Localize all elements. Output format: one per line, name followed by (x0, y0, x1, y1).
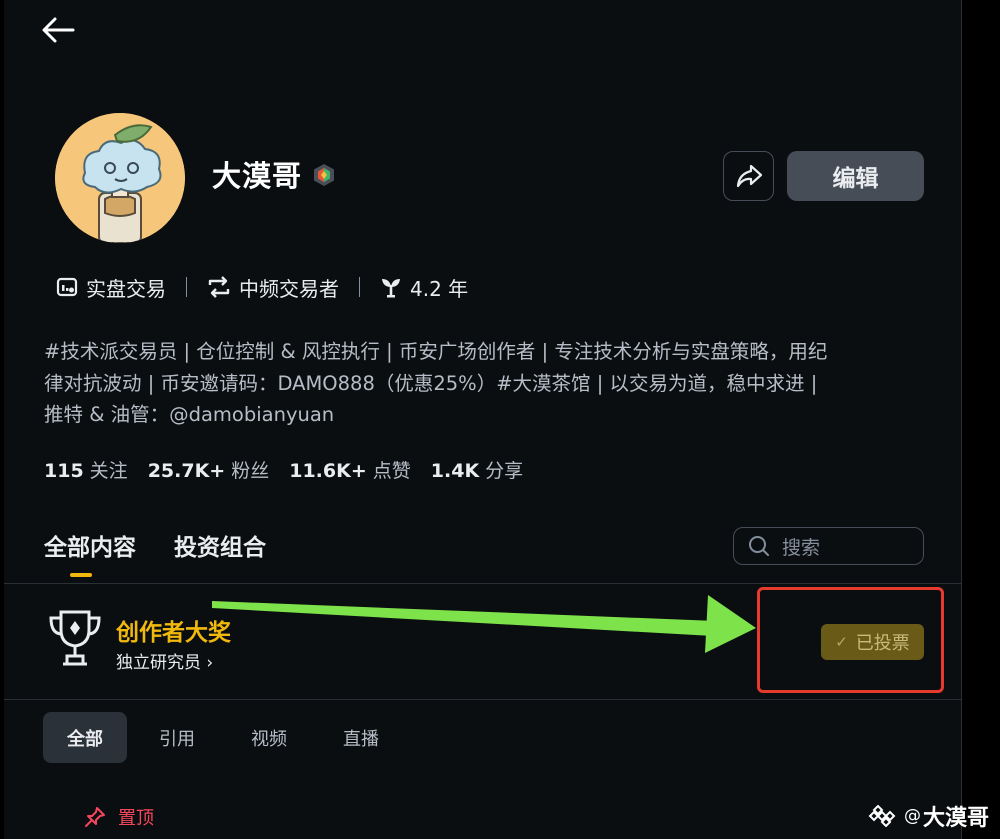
watermark: @ 大漠哥 (864, 800, 989, 832)
filter-quotes[interactable]: 引用 (135, 712, 219, 763)
binance-logo-icon (868, 805, 896, 827)
pin-icon (85, 807, 105, 827)
content-filters: 全部 引用 视频 直播 (43, 712, 411, 763)
watermark-at: @ (904, 806, 921, 826)
filter-all[interactable]: 全部 (43, 712, 127, 763)
pinned-label: 置顶 (84, 804, 154, 830)
watermark-name: 大漠哥 (923, 806, 990, 831)
section-divider (4, 699, 962, 700)
filter-live[interactable]: 直播 (319, 712, 403, 763)
pinned-text: 置顶 (118, 808, 154, 829)
filter-videos[interactable]: 视频 (227, 712, 311, 763)
